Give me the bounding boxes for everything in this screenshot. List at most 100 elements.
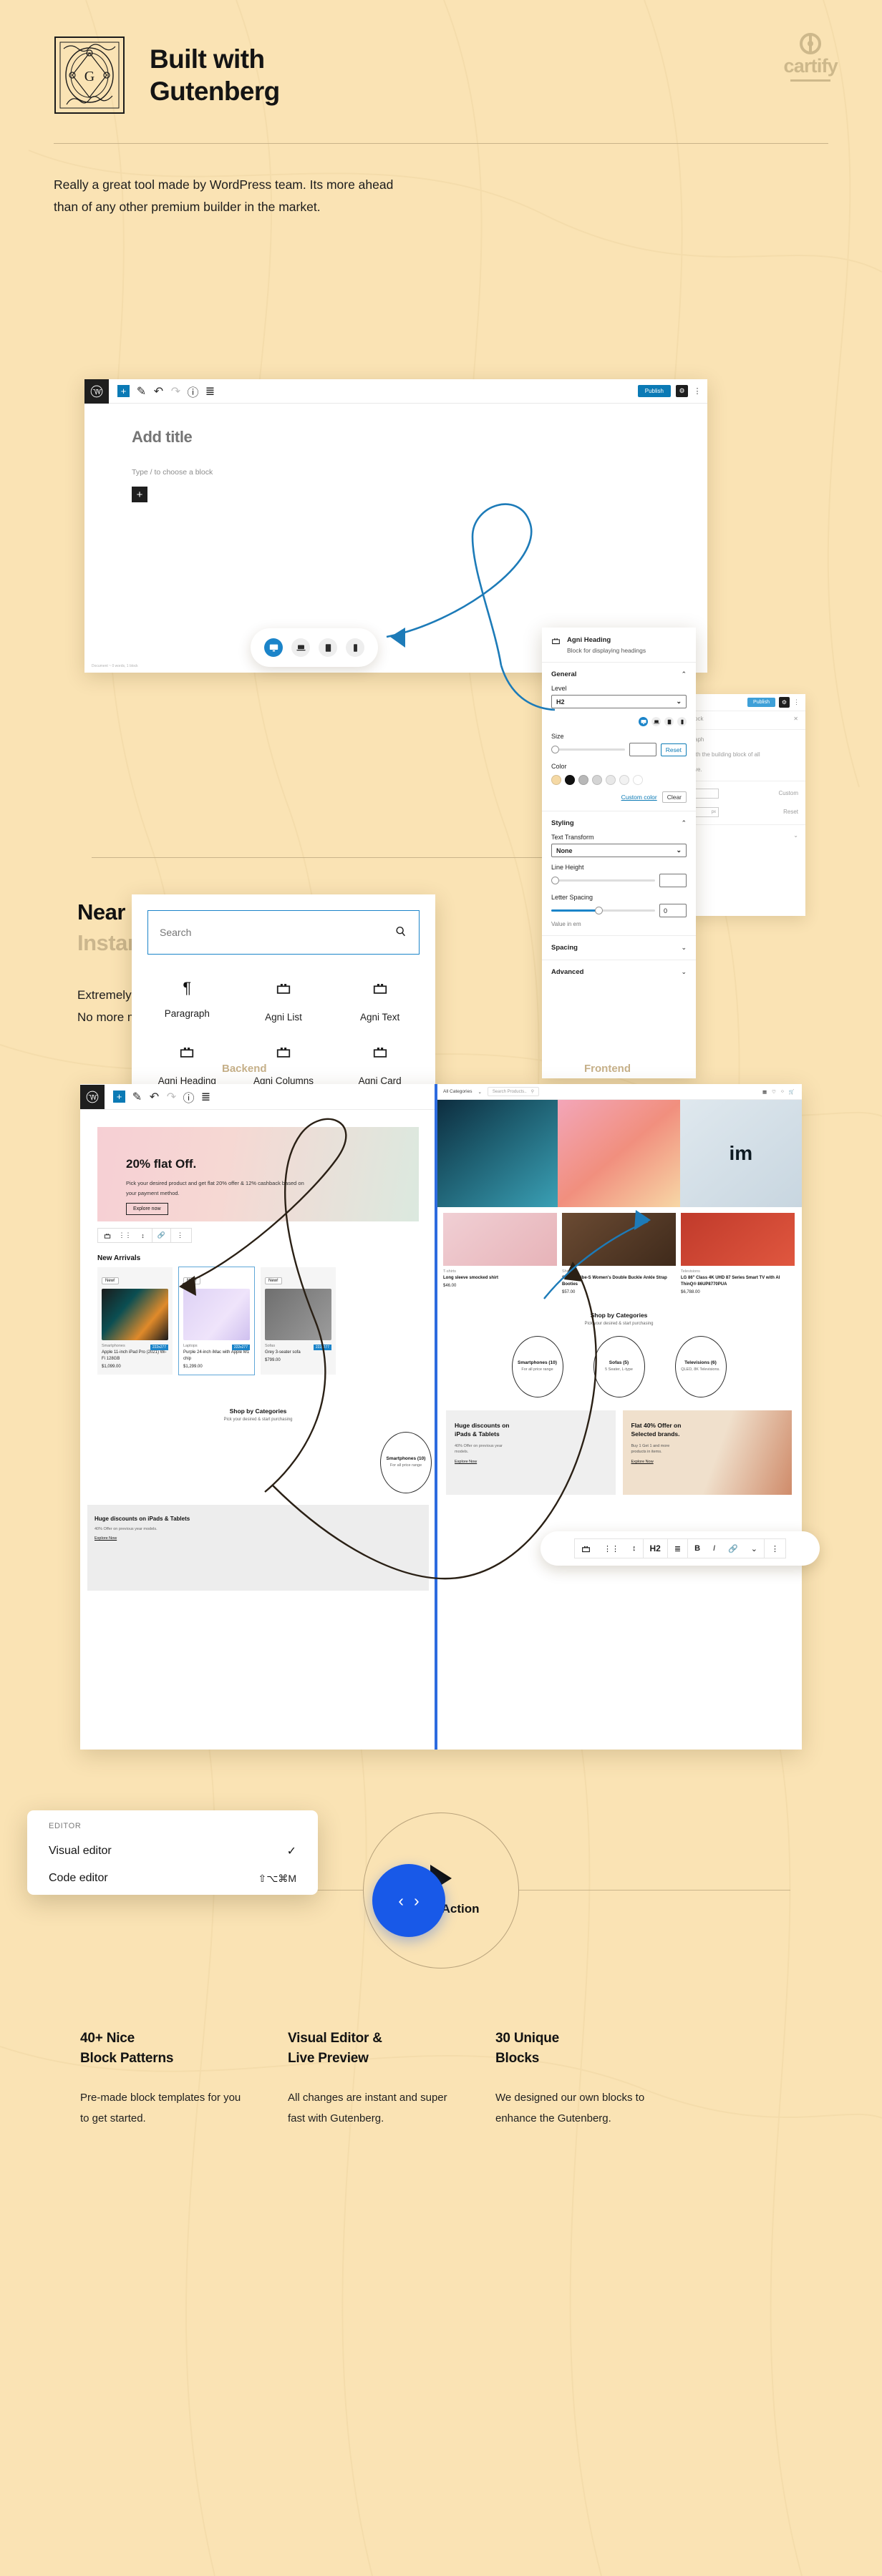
backend-product-card[interactable]: New! 222x277 Smartphones Apple 11-inch i…	[97, 1267, 173, 1375]
list-view-icon[interactable]: ≣	[200, 1091, 211, 1103]
inserter-block-agni-list[interactable]: Agni List	[236, 980, 332, 1023]
frontend-product-card[interactable]: Televisions LG 86" Class 4K UHD 87 Serie…	[681, 1213, 795, 1294]
add-block-button[interactable]: +	[117, 385, 130, 398]
backend-banner-link[interactable]: Explore Now	[87, 1532, 429, 1541]
color-swatch[interactable]	[633, 775, 643, 786]
frontend-banner-link[interactable]: Explore Now	[446, 1455, 616, 1464]
size-input[interactable]	[629, 743, 656, 757]
redo-icon[interactable]: ↷	[166, 1091, 177, 1103]
letter-spacing-input[interactable]: 0	[659, 904, 687, 918]
desktop-icon[interactable]	[639, 717, 648, 727]
letter-spacing-slider[interactable]	[551, 907, 655, 915]
heart-icon[interactable]: ♡	[772, 1089, 776, 1095]
settings-advanced-section[interactable]: Advanced ⌄	[542, 960, 696, 984]
gear-icon[interactable]: ⚙	[779, 697, 790, 708]
tablet-icon[interactable]	[664, 717, 674, 727]
kebab-icon[interactable]: ⋮	[765, 1539, 785, 1558]
custom-color-link[interactable]: Custom color	[621, 794, 657, 801]
secondary-reset-button[interactable]: Reset	[783, 809, 798, 815]
line-height-input[interactable]	[659, 874, 687, 888]
color-swatch[interactable]	[606, 775, 616, 786]
chevron-down-icon[interactable]: ⌄	[745, 1539, 764, 1558]
secondary-publish-button[interactable]: Publish	[747, 698, 775, 708]
wordpress-icon[interactable]	[84, 379, 109, 404]
undo-icon[interactable]: ↶	[149, 1091, 160, 1103]
publish-button[interactable]: Publish	[637, 385, 671, 398]
wordpress-icon[interactable]	[80, 1084, 105, 1109]
kebab-icon[interactable]: ⋮	[793, 698, 800, 706]
laptop-icon[interactable]	[291, 638, 310, 658]
undo-icon[interactable]: ↶	[153, 386, 164, 398]
cart-icon[interactable]: 🛒	[789, 1089, 795, 1095]
block-icon[interactable]	[575, 1539, 597, 1558]
drag-handle-icon[interactable]: ⋮⋮	[597, 1539, 626, 1558]
redo-icon[interactable]: ↷	[170, 386, 181, 398]
block-icon[interactable]	[98, 1232, 116, 1239]
desktop-icon[interactable]	[264, 638, 283, 658]
info-icon[interactable]: ⓘ	[188, 386, 199, 399]
drag-handle-icon[interactable]: ⋮⋮	[116, 1231, 134, 1239]
frontend-menu[interactable]: All Categories	[443, 1089, 472, 1094]
secondary-collapse-row[interactable]: ⌄	[687, 828, 805, 843]
mobile-icon[interactable]	[346, 638, 364, 658]
pencil-icon[interactable]: ✎	[136, 386, 147, 398]
color-swatch[interactable]	[592, 775, 602, 786]
user-icon[interactable]: ○	[781, 1089, 784, 1095]
tablet-icon[interactable]	[319, 638, 337, 658]
color-swatch[interactable]	[551, 775, 561, 786]
italic-button[interactable]: I	[707, 1539, 722, 1558]
text-transform-select[interactable]: None ⌄	[551, 844, 687, 858]
kebab-icon[interactable]: ⋮	[171, 1231, 189, 1239]
heading-level-button[interactable]: H2	[644, 1539, 667, 1558]
category-circle[interactable]: Smartphones (10) For all price range	[380, 1431, 432, 1493]
bold-button[interactable]: B	[688, 1539, 707, 1558]
info-icon[interactable]: ⓘ	[183, 1091, 195, 1105]
category-circle[interactable]: Televisions (6) QLED, 8K Televisions.	[674, 1335, 727, 1397]
backend-product-card[interactable]: New! 222x277 Sofas Grey 3-seater sofa $7…	[261, 1267, 336, 1375]
add-block-button[interactable]: +	[113, 1091, 125, 1103]
frontend-search-input[interactable]: Search Products.. ⚲	[487, 1087, 540, 1097]
chevron-down-icon[interactable]: ⌄	[681, 944, 687, 952]
menu-item-visual-editor[interactable]: Visual editor ✓	[27, 1830, 318, 1858]
level-select[interactable]: H2 ⌄	[551, 695, 687, 709]
size-slider[interactable]	[551, 746, 625, 754]
general-header[interactable]: General ⌃	[551, 670, 687, 678]
color-swatch[interactable]	[565, 775, 575, 786]
grid-icon[interactable]: ▦	[762, 1089, 767, 1095]
size-reset-button[interactable]: Reset	[660, 743, 687, 756]
clear-color-button[interactable]: Clear	[662, 791, 687, 804]
frontend-banner-link[interactable]: Explore Now	[623, 1455, 793, 1464]
link-icon[interactable]: 🔗	[152, 1231, 170, 1239]
mobile-icon[interactable]	[677, 717, 687, 727]
color-swatch[interactable]	[619, 775, 629, 786]
chevron-down-icon[interactable]: ⌄	[681, 968, 687, 976]
post-title-input[interactable]: Add title	[132, 428, 707, 447]
category-circle[interactable]: Smartphones (10) For all price range	[511, 1335, 563, 1397]
chevron-up-icon[interactable]: ⌃	[681, 819, 687, 827]
inserter-block-agni-text[interactable]: Agni Text	[331, 980, 428, 1023]
menu-item-code-editor[interactable]: Code editor ⇧⌥⌘M	[27, 1858, 318, 1885]
backend-product-card[interactable]: New! 222x277 Laptops Purple 24-inch iMac…	[178, 1267, 255, 1375]
frontend-product-card[interactable]: Shoes Sofia Scribe-S Women's Double Buck…	[562, 1213, 676, 1294]
list-view-icon[interactable]: ≣	[205, 386, 215, 398]
color-swatch[interactable]	[578, 775, 588, 786]
kebab-icon[interactable]: ⋮	[693, 386, 702, 396]
comparison-split-handle[interactable]: ‹ ›	[372, 1864, 445, 1938]
inserter-search-input[interactable]: Search	[147, 910, 420, 955]
styling-header[interactable]: Styling ⌃	[551, 819, 687, 827]
inline-add-block-button[interactable]: +	[132, 487, 147, 503]
inserter-block-paragraph[interactable]: ¶ Paragraph	[139, 980, 236, 1023]
move-updown-icon[interactable]: ↕	[626, 1539, 643, 1558]
line-height-slider[interactable]	[551, 877, 655, 885]
frontend-product-card[interactable]: T-shirts Long sleeve smocked shirt $46.0…	[443, 1213, 557, 1294]
category-circle[interactable]: Sofas (5) 5 Seater, L-type	[593, 1335, 645, 1397]
laptop-icon[interactable]	[651, 717, 661, 727]
align-left-icon[interactable]: ≣	[668, 1539, 687, 1558]
settings-spacing-section[interactable]: Spacing ⌄	[542, 936, 696, 961]
move-updown-icon[interactable]: ↕	[134, 1232, 152, 1239]
close-icon[interactable]: ✕	[793, 716, 798, 722]
chevron-up-icon[interactable]: ⌃	[681, 670, 687, 678]
gear-icon[interactable]: ⚙	[676, 385, 688, 398]
link-icon[interactable]: 🔗	[722, 1539, 745, 1558]
chevron-down-icon[interactable]: ⌄	[478, 1089, 481, 1095]
